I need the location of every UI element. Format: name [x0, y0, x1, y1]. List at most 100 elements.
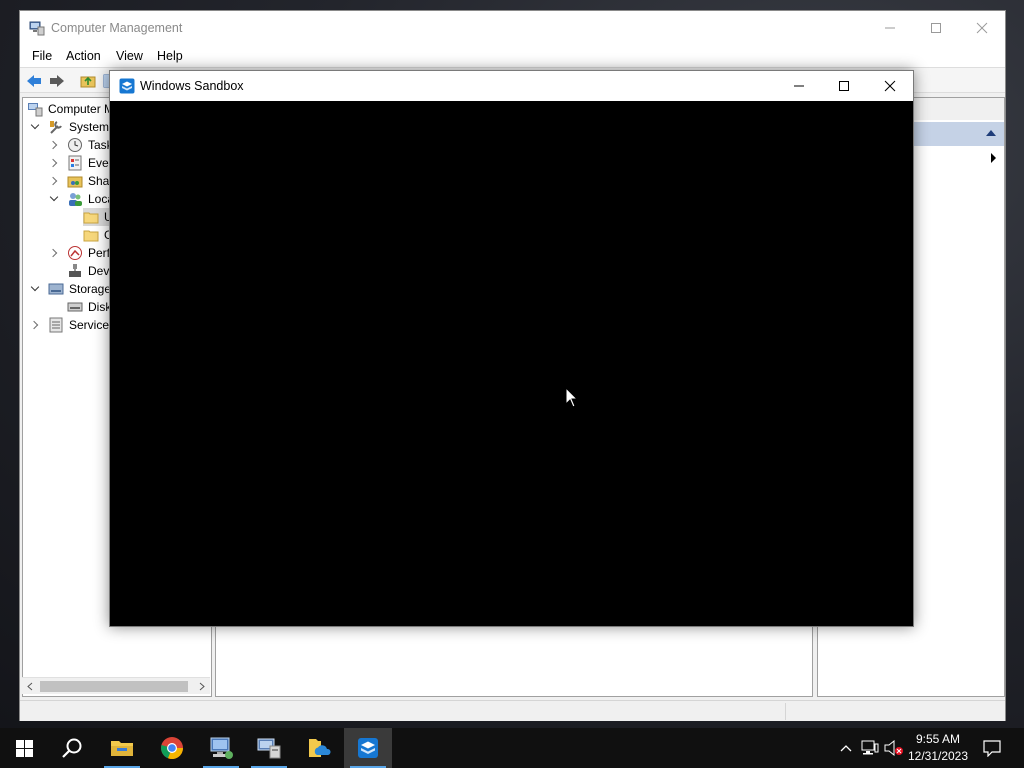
taskbar-windows-sandbox[interactable]	[344, 728, 392, 768]
tree-item-shared-folders[interactable]: Shar	[48, 172, 113, 190]
menu-action[interactable]: Action	[63, 48, 104, 64]
windows-logo-icon	[15, 739, 33, 757]
windows-sandbox-icon	[358, 738, 378, 758]
tree-item-label: Storage	[69, 282, 112, 296]
forward-button[interactable]	[47, 71, 67, 91]
start-button[interactable]	[0, 728, 48, 768]
shared-folders-icon	[67, 176, 83, 188]
windows-sandbox-window: Windows Sandbox	[109, 70, 914, 627]
taskbar-remote-computer[interactable]	[197, 728, 245, 768]
chevron-right-icon[interactable]	[48, 175, 60, 187]
sandbox-minimize-button[interactable]	[776, 71, 822, 101]
tree-item-label: Computer M	[48, 102, 115, 116]
tree-horizontal-scrollbar[interactable]	[22, 677, 210, 694]
tree-item-local-users-groups[interactable]: Loca	[48, 190, 114, 208]
folder-icon	[111, 741, 133, 756]
scroll-thumb[interactable]	[40, 681, 188, 692]
chevron-up-icon	[840, 745, 852, 752]
chevron-right-icon[interactable]	[48, 247, 60, 259]
folder-icon	[83, 230, 99, 242]
windows-sandbox-icon	[119, 78, 135, 94]
tree-item-device-manager[interactable]: Devi	[67, 262, 112, 280]
device-manager-icon	[69, 264, 81, 277]
up-folder-icon	[80, 76, 96, 88]
clock-date: 12/31/2023	[907, 749, 969, 763]
close-icon	[884, 80, 896, 92]
close-button[interactable]	[959, 11, 1005, 45]
tree-item-event-viewer[interactable]: Even	[48, 154, 115, 172]
maximize-icon	[839, 81, 849, 91]
taskbar-file-explorer[interactable]	[98, 728, 146, 768]
chevron-down-icon[interactable]	[48, 193, 60, 205]
back-button[interactable]	[24, 71, 44, 91]
services-applications-icon	[49, 317, 63, 333]
computer-management-icon	[29, 21, 45, 36]
onedrive-folder-icon	[309, 739, 331, 757]
maximize-button[interactable]	[913, 11, 959, 45]
chevron-down-icon[interactable]	[29, 283, 41, 295]
action-center-button[interactable]	[980, 728, 1004, 768]
minimize-icon	[885, 27, 895, 29]
sandbox-display-area[interactable]	[110, 101, 913, 626]
sandbox-window-title: Windows Sandbox	[140, 79, 244, 93]
close-icon	[976, 22, 988, 34]
tree-item-disk-management[interactable]: Disk	[67, 298, 111, 316]
taskbar-onedrive-folder[interactable]	[295, 728, 343, 768]
sandbox-close-button[interactable]	[867, 71, 913, 101]
scroll-left-icon[interactable]	[26, 682, 34, 691]
volume-button[interactable]	[884, 738, 904, 758]
folder-icon	[83, 212, 99, 224]
chrome-icon	[161, 737, 184, 760]
disk-management-icon	[67, 302, 83, 312]
menu-help[interactable]: Help	[154, 48, 186, 64]
sandbox-title-bar[interactable]: Windows Sandbox	[110, 71, 913, 101]
minimize-button[interactable]	[867, 11, 913, 45]
title-bar[interactable]: Computer Management	[20, 11, 1005, 45]
tree-item-task-scheduler[interactable]: Task	[48, 136, 113, 154]
taskbar: 9:55 AM 12/31/2023	[0, 728, 1024, 768]
tree-item-label: Disk	[88, 300, 112, 314]
forward-arrow-icon	[50, 75, 64, 87]
volume-muted-icon	[884, 740, 903, 756]
menu-bar: File Action View Help	[20, 45, 1005, 67]
chevron-right-icon[interactable]	[48, 139, 60, 151]
network-status-button[interactable]	[860, 738, 880, 758]
local-users-groups-icon	[69, 193, 82, 206]
window-title: Computer Management	[51, 21, 183, 35]
notification-icon	[983, 739, 1001, 757]
computer-management-icon	[28, 103, 43, 117]
clock-time: 9:55 AM	[915, 732, 961, 746]
event-viewer-icon	[68, 155, 82, 171]
task-scheduler-icon	[68, 138, 82, 152]
search-button[interactable]	[48, 728, 96, 768]
show-hidden-icons-button[interactable]	[836, 738, 856, 758]
network-computer-icon	[210, 737, 233, 759]
storage-icon	[48, 283, 64, 295]
chevron-down-icon[interactable]	[29, 121, 41, 133]
computer-management-icon	[257, 738, 281, 759]
scroll-right-icon[interactable]	[198, 682, 206, 691]
chevron-right-icon[interactable]	[48, 157, 60, 169]
menu-view[interactable]: View	[113, 48, 146, 64]
status-bar	[20, 700, 1005, 721]
maximize-icon	[931, 23, 941, 33]
system-clock[interactable]: 9:55 AM 12/31/2023	[904, 731, 972, 765]
collapse-caret-icon[interactable]	[986, 130, 996, 136]
search-icon	[62, 738, 82, 758]
status-divider	[785, 703, 786, 720]
taskbar-computer-management[interactable]	[245, 728, 293, 768]
tree-item-performance[interactable]: Perfo	[48, 244, 117, 262]
sandbox-maximize-button[interactable]	[821, 71, 867, 101]
chevron-right-icon[interactable]	[29, 319, 41, 331]
back-arrow-icon	[27, 75, 41, 87]
tree-item-services-applications[interactable]: Services	[29, 316, 115, 334]
menu-file[interactable]: File	[29, 48, 55, 64]
mouse-pointer-icon	[565, 387, 579, 408]
minimize-icon	[794, 85, 804, 87]
system-tools-icon	[50, 121, 62, 134]
tree-item-system-tools[interactable]: System T	[29, 118, 119, 136]
tree-item-storage[interactable]: Storage	[29, 280, 111, 298]
up-one-level-button[interactable]	[78, 71, 98, 91]
tree-item-computer-management[interactable]: Computer M	[27, 100, 114, 118]
taskbar-chrome[interactable]	[148, 728, 196, 768]
